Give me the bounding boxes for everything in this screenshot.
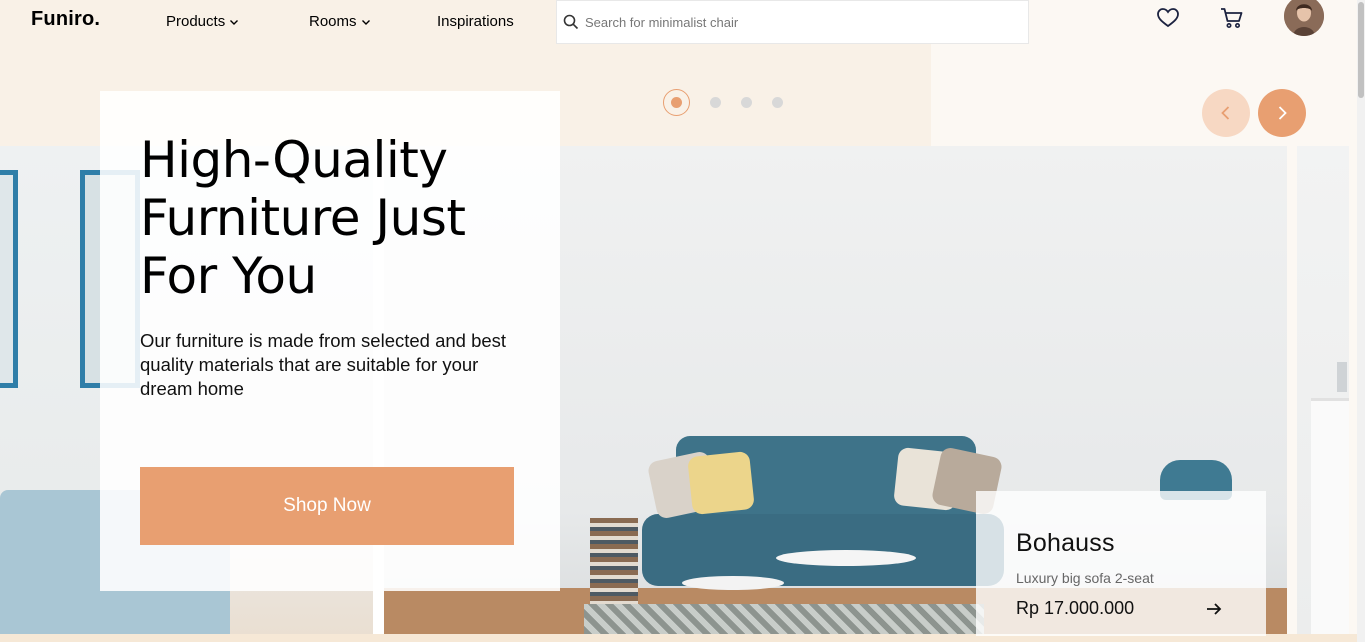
rug <box>584 604 984 634</box>
pillow <box>687 450 755 516</box>
nav-inspirations-label: Inspirations <box>437 13 514 30</box>
vase <box>1337 362 1347 392</box>
hero-title: High-Quality Furniture Just For You <box>140 131 466 305</box>
coffee-table <box>682 576 784 590</box>
cart-icon[interactable] <box>1219 5 1245 31</box>
heart-icon[interactable] <box>1155 5 1181 31</box>
scrollbar[interactable] <box>1357 0 1365 642</box>
wall-frame <box>0 170 18 388</box>
arrow-right-icon[interactable] <box>1204 599 1224 619</box>
product-price: Rp 17.000.000 <box>1016 598 1135 618</box>
book-stack <box>590 518 638 604</box>
slider-dot-3[interactable] <box>741 97 752 108</box>
nav-rooms-label: Rooms <box>309 13 357 30</box>
page: Funiro. Products Rooms Inspirations Sear… <box>0 0 1365 642</box>
slider-dot-2[interactable] <box>710 97 721 108</box>
search-input[interactable] <box>585 14 1005 30</box>
hero-image-right <box>1297 146 1349 634</box>
search-bar <box>556 0 1029 44</box>
avatar-image <box>1284 0 1324 36</box>
coffee-table <box>776 550 916 566</box>
product-subtitle: Luxury big sofa 2-seat <box>1016 570 1154 586</box>
hero-card: High-Quality Furniture Just For You Our … <box>100 91 560 591</box>
nav-products-label: Products <box>166 13 226 30</box>
shelf <box>1311 398 1349 634</box>
chevron-down-icon <box>230 19 239 25</box>
slider-dot-4[interactable] <box>772 97 783 108</box>
product-card[interactable]: Bohauss Luxury big sofa 2-seat Rp 17.000… <box>976 491 1266 636</box>
scrollbar-thumb[interactable] <box>1358 2 1364 98</box>
avatar[interactable] <box>1284 0 1324 36</box>
slider-dots <box>663 89 783 116</box>
product-name: Bohauss <box>1016 529 1115 557</box>
navbar: Funiro. Products Rooms Inspirations <box>0 0 1365 44</box>
shop-now-button[interactable]: Shop Now <box>140 467 514 545</box>
nav-rooms[interactable]: Rooms <box>309 13 371 30</box>
hero-description: Our furniture is made from selected and … <box>140 330 507 399</box>
slider-dot-1[interactable] <box>663 89 690 116</box>
nav-products[interactable]: Products <box>166 13 239 30</box>
logo[interactable]: Funiro. <box>31 8 100 31</box>
slider-prev-button[interactable] <box>1202 89 1250 137</box>
search-icon[interactable] <box>563 14 579 30</box>
chevron-left-icon <box>1221 106 1230 120</box>
chevron-down-icon <box>361 19 370 25</box>
chevron-right-icon <box>1278 106 1287 120</box>
nav-inspirations[interactable]: Inspirations <box>437 13 514 30</box>
slider-next-button[interactable] <box>1258 89 1306 137</box>
